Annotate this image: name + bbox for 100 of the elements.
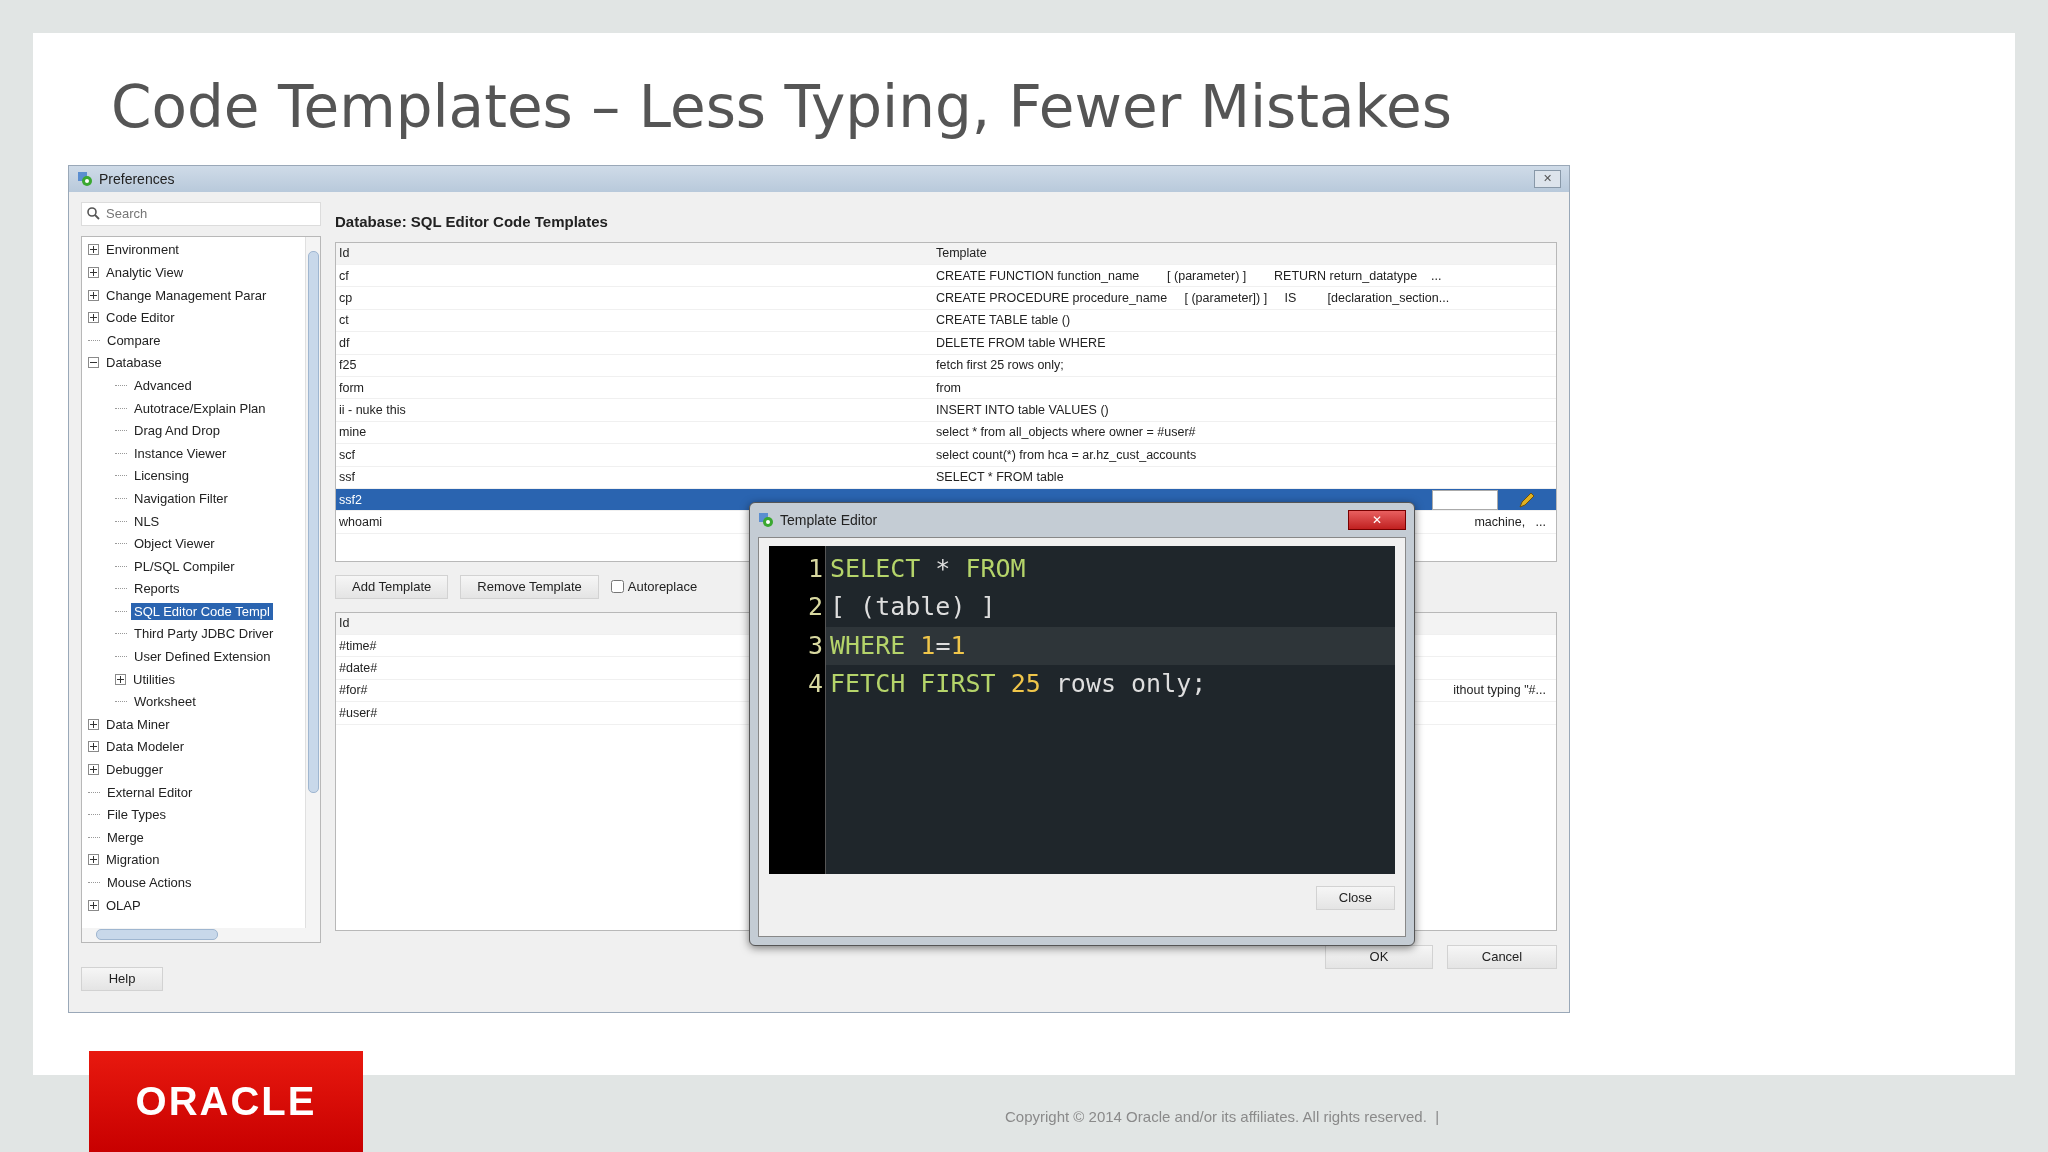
ok-button[interactable]: OK [1325, 944, 1433, 969]
close-button[interactable]: ✕ [1534, 169, 1561, 188]
table-cell: from [936, 380, 961, 395]
table-cell: ssf2 [339, 492, 362, 507]
tree-item[interactable]: OLAP [103, 896, 144, 914]
code-line: SELECT * FROM [830, 553, 1026, 583]
window-title: Preferences [99, 170, 176, 187]
table-cell: whoami [339, 514, 383, 529]
expand-icon[interactable] [88, 899, 99, 911]
table-cell: select * from all_objects where owner = #user# [936, 425, 1196, 440]
table-cell: #time# [339, 638, 377, 653]
table-cell: CREATE TABLE table () [936, 313, 1071, 328]
tree-item[interactable]: Debugger [103, 761, 167, 779]
tree-item[interactable]: File Types [104, 806, 169, 824]
autoreplace-checkbox[interactable] [610, 580, 624, 594]
line-number: 4 [806, 668, 824, 701]
tree-item[interactable]: Code Editor [103, 309, 178, 327]
tree-item[interactable]: Advanced [131, 376, 195, 394]
tree-item[interactable]: Data Miner [103, 715, 173, 733]
collapse-icon[interactable] [88, 357, 99, 369]
tree-item[interactable]: Instance Viewer [131, 444, 230, 462]
tree-item[interactable]: Worksheet [131, 693, 199, 711]
tree-item[interactable]: Merge [104, 828, 147, 846]
tree-item[interactable]: Autotrace/Explain Plan [131, 399, 269, 417]
table-cell: f25 [339, 358, 357, 373]
tree-item[interactable]: NLS [131, 512, 163, 530]
horizontal-scrollbar[interactable] [82, 927, 306, 942]
code-line: FETCH FIRST 25 rows only; [830, 669, 1207, 699]
table-cell: ii - nuke this [339, 403, 406, 417]
table-cell: cp [339, 291, 353, 306]
table-cell: #user# [339, 705, 378, 720]
column-header[interactable]: Id [339, 616, 350, 631]
preferences-icon [758, 511, 774, 528]
table-cell: INSERT INTO table VALUES () [936, 403, 1109, 417]
code-editor[interactable]: 1 2 3 4 SELECT * FROM [ (table) ] WHERE 1=1 FETCH FIRST 25 rows only; [769, 545, 1395, 874]
search-icon [87, 206, 100, 220]
table-cell: scf [339, 447, 355, 462]
expand-icon[interactable] [88, 741, 99, 753]
line-number: 1 [806, 552, 824, 585]
table-cell: machine, ... [1474, 514, 1546, 529]
table-cell: form [339, 380, 364, 395]
dialog-title: Template Editor [780, 511, 879, 528]
table-cell: df [339, 335, 350, 350]
table-cell: #date# [339, 661, 378, 676]
expand-icon[interactable] [88, 312, 99, 324]
tree-item[interactable]: Reports [131, 580, 183, 598]
expand-icon[interactable] [88, 267, 99, 278]
template-input[interactable] [1432, 489, 1498, 510]
oracle-logo: ORACLE [89, 1051, 363, 1152]
tree-item[interactable]: Mouse Actions [104, 874, 195, 891]
code-line: WHERE 1=1 [830, 630, 966, 660]
tree-item[interactable]: Compare [104, 331, 164, 349]
expand-icon[interactable] [88, 244, 99, 256]
search-field[interactable]: Search [81, 201, 321, 226]
table-cell: ithout typing "#... [1453, 683, 1546, 698]
checkbox-label: Autoreplace [627, 579, 698, 595]
tree-item[interactable]: Analytic View [103, 264, 187, 281]
line-number: 3 [806, 629, 824, 662]
tree-item[interactable]: External Editor [104, 783, 196, 801]
add-template-button[interactable]: Add Template [335, 574, 449, 599]
cancel-button[interactable]: Cancel [1447, 944, 1557, 969]
help-button[interactable]: Help [81, 966, 163, 991]
tree-item[interactable]: PL/SQL Compiler [131, 557, 238, 575]
tree-item[interactable]: Environment [103, 241, 182, 259]
tree-item[interactable]: Database [103, 354, 165, 372]
tree-item[interactable]: User Defined Extension [131, 648, 274, 666]
table-cell: CREATE PROCEDURE procedure_name [ (parameter]) ] IS [declaration_section... [936, 291, 1450, 306]
tree-item[interactable]: Utilities [130, 670, 178, 688]
tree-item[interactable]: Licensing [131, 467, 192, 485]
table-cell: mine [339, 425, 367, 440]
table-cell: #for# [339, 683, 368, 698]
tree-item[interactable]: SQL Editor Code Templ [131, 602, 273, 620]
remove-template-button[interactable]: Remove Template [460, 574, 599, 599]
expand-icon[interactable] [88, 764, 99, 776]
preferences-icon [77, 170, 93, 187]
table-cell: fetch first 25 rows only; [936, 358, 1064, 373]
panel-heading: Database: SQL Editor Code Templates [335, 212, 609, 233]
table-cell: ssf [339, 470, 355, 485]
table-cell: SELECT * FROM table [936, 470, 1064, 485]
tree-item[interactable]: Object Viewer [131, 535, 218, 553]
tree-item[interactable]: Change Management Parar [103, 286, 270, 304]
expand-icon[interactable] [88, 718, 99, 730]
vertical-scrollbar[interactable] [305, 236, 320, 942]
column-header[interactable]: Id [339, 246, 350, 261]
column-header[interactable]: Template [936, 246, 987, 261]
line-number: 2 [806, 591, 824, 624]
expand-icon[interactable] [115, 673, 126, 685]
expand-icon[interactable] [88, 289, 99, 301]
dialog-close-button[interactable]: Close [1315, 885, 1395, 910]
tree-item[interactable]: Data Modeler [103, 738, 188, 756]
tree-item[interactable]: Drag And Drop [131, 422, 223, 440]
tree-item[interactable]: Migration [103, 851, 163, 869]
pencil-icon[interactable] [1518, 490, 1536, 509]
slide-title: Code Templates – Less Typing, Fewer Mistakes [111, 73, 1453, 143]
code-line: [ (table) ] [830, 592, 996, 622]
tree-item[interactable]: Third Party JDBC Driver [131, 625, 277, 643]
close-button[interactable]: ✕ [1348, 509, 1406, 530]
tree-item[interactable]: Navigation Filter [131, 489, 231, 507]
expand-icon[interactable] [88, 854, 99, 866]
table-cell: CREATE FUNCTION function_name [ (parameter) ] RETURN return_datatype ... [936, 268, 1442, 283]
